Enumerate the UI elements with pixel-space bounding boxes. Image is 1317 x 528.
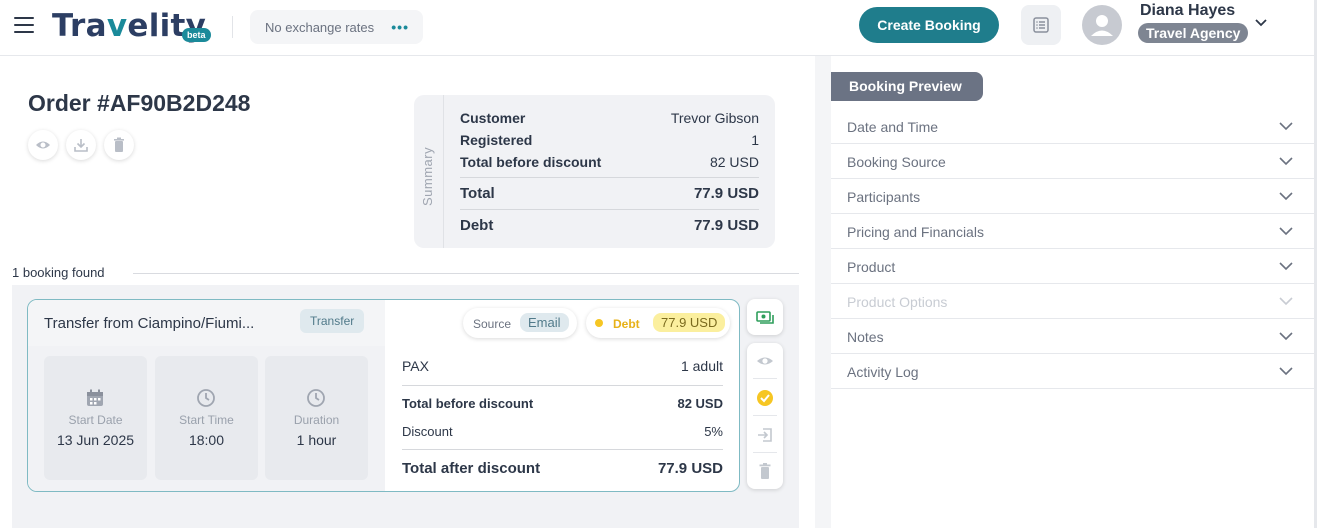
panel-gap [815,56,831,528]
header-divider [232,16,233,38]
section-pricing-and-financials[interactable]: Pricing and Financials [831,214,1315,249]
debt-label: Debt [613,317,640,331]
start-time-value: 18:00 [188,432,225,448]
source-pill: Source Email [463,308,577,338]
bookings-found-label: 1 booking found [12,265,105,280]
view-order-button[interactable] [28,130,58,160]
more-dots-icon[interactable]: ••• [391,19,409,35]
pricing-divider [402,449,723,450]
chevron-down-icon [1279,332,1293,341]
section-booking-source[interactable]: Booking Source [831,144,1315,179]
user-avatar[interactable] [1082,5,1122,45]
order-summary: Summary Customer Trevor Gibson Registered… [414,95,775,248]
source-value: Email [520,313,569,332]
duration-value: 1 hour [296,432,337,448]
duration-label: Duration [293,413,340,427]
chevron-down-icon [1279,122,1293,131]
section-product[interactable]: Product [831,249,1315,284]
top-header: Travelity beta No exchange rates ••• Cre… [0,0,1317,56]
debt-pill: Debt 77.9 USD [586,308,730,338]
booking-preview-panel: Booking Preview Date and Time Booking So… [831,56,1315,528]
booking-action-bar [747,343,783,489]
action-divider [753,452,777,453]
booking-card-info: Transfer from Ciampino/Fiumi... Transfer… [28,300,385,491]
trash-icon[interactable] [756,462,774,480]
start-time-label: Start Time [179,413,234,427]
payment-button[interactable] [747,299,783,335]
chevron-down-icon [1279,227,1293,236]
exchange-rates-widget[interactable]: No exchange rates ••• [250,10,423,44]
booking-card-header: Transfer from Ciampino/Fiumi... Transfer [28,300,385,346]
booking-tiles: Start Date 13 Jun 2025 Start Time 18:00 … [28,346,385,491]
eye-icon [36,141,50,149]
start-time-tile: Start Time 18:00 [155,356,258,480]
beta-badge: beta [182,28,211,42]
eye-icon[interactable] [756,352,774,370]
start-date-tile: Start Date 13 Jun 2025 [44,356,147,480]
trash-icon [114,137,124,152]
source-label: Source [473,317,512,331]
debt-value: 77.9 USD [653,313,726,332]
action-divider [753,415,777,416]
cash-icon [756,311,774,324]
section-activity-log[interactable]: Activity Log [831,354,1315,389]
summary-divider [460,209,759,210]
calendar-icon [87,389,103,406]
section-product-options: Product Options [831,284,1315,319]
debt-status-dot [595,319,603,327]
order-title: Order #AF90B2D248 [28,90,251,116]
duration-tile: Duration 1 hour [265,356,368,480]
bookings-list: Transfer from Ciampino/Fiumi... Transfer… [12,285,799,528]
chevron-down-icon[interactable] [1254,18,1268,28]
list-icon [1033,17,1049,33]
chevron-down-icon [1279,367,1293,376]
user-icon [1091,15,1113,36]
download-icon [74,139,88,152]
booking-type-tag: Transfer [300,309,365,333]
pricing-divider [402,385,723,386]
start-date-value: 13 Jun 2025 [56,432,135,448]
booking-preview-tab[interactable]: Booking Preview [831,72,983,101]
delete-order-button[interactable] [104,130,134,160]
download-order-button[interactable] [66,130,96,160]
exchange-rates-label: No exchange rates [265,20,375,35]
check-circle-icon[interactable] [756,389,774,407]
user-name[interactable]: Diana Hayes [1140,2,1235,20]
section-notes[interactable]: Notes [831,319,1315,354]
clock-icon [307,389,325,407]
chevron-down-icon [1279,157,1293,166]
order-main: Order #AF90B2D248 Summary Customer Trevor… [0,56,815,528]
booking-card-pricing: Source Email Debt 77.9 USD PAX 1 adult To… [386,300,739,491]
clock-icon [197,389,215,407]
summary-tab: Summary [414,95,444,248]
create-booking-button[interactable]: Create Booking [859,7,999,43]
chevron-down-icon [1279,262,1293,271]
section-date-and-time[interactable]: Date and Time [831,109,1315,144]
sign-in-icon[interactable] [756,426,774,444]
chevron-down-icon [1279,297,1293,306]
user-role-badge: Travel Agency [1138,23,1249,43]
section-participants[interactable]: Participants [831,179,1315,214]
chevron-down-icon [1279,192,1293,201]
list-view-button[interactable] [1021,5,1061,45]
start-date-label: Start Date [68,413,123,427]
booking-title[interactable]: Transfer from Ciampino/Fiumi... [44,315,254,332]
menu-icon[interactable] [14,17,34,33]
summary-divider [460,177,759,178]
booking-card[interactable]: Transfer from Ciampino/Fiumi... Transfer… [27,299,740,492]
action-divider [753,378,777,379]
bookings-found-divider [133,273,799,274]
